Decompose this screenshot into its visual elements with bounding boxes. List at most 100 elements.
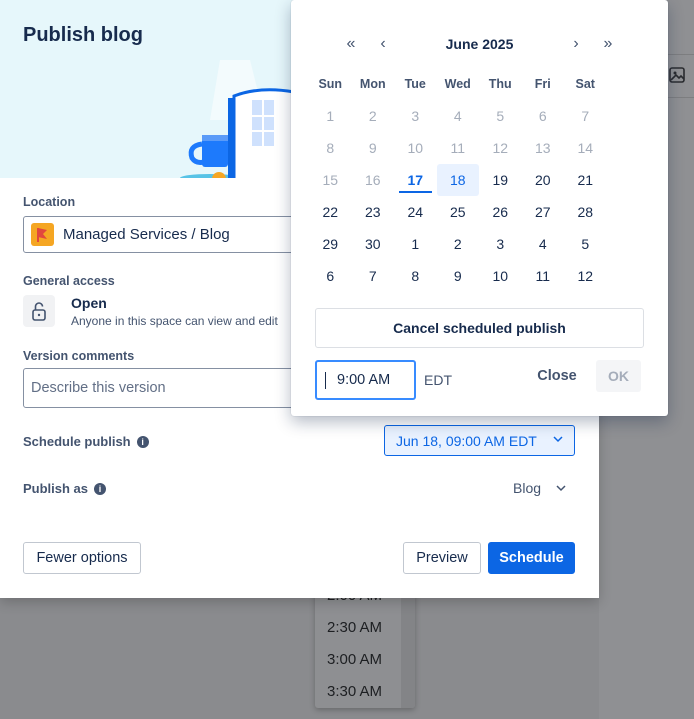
calendar-day: 13 [534, 140, 551, 156]
calendar-day: 11 [450, 140, 466, 156]
calendar-day[interactable]: 24 [394, 196, 437, 228]
schedule-publish-label-text: Schedule publish [23, 434, 131, 449]
time-value: 9:00 AM [337, 372, 391, 388]
access-description: Anyone in this space can view and edit [71, 314, 278, 328]
calendar-day[interactable]: 19 [479, 164, 522, 196]
calendar-day[interactable]: 21 [564, 164, 607, 196]
time-option[interactable]: 2:30 AM [315, 612, 415, 644]
chevron-down-icon[interactable] [555, 482, 567, 494]
publish-as-label: Publish as i [23, 481, 107, 496]
cancel-scheduled-publish-button[interactable]: Cancel scheduled publish [315, 308, 644, 348]
calendar-day[interactable]: 1 [394, 228, 437, 260]
calendar-day: 16 [364, 172, 381, 188]
calendar-grid: Sun Mon Tue Wed Thu Fri Sat 1 2 3 4 5 6 7 8 9 10 11 12 13 1… [309, 68, 649, 292]
version-comments-label: Version comments [23, 349, 135, 363]
calendar-day[interactable]: 4 [522, 228, 565, 260]
timezone-label: EDT [424, 372, 452, 388]
calendar-day: 3 [411, 108, 420, 124]
calendar-week-row: 15 16 17 18 19 20 21 [309, 164, 649, 196]
calendar-day: 9 [368, 140, 377, 156]
weekday-label: Fri [534, 77, 551, 91]
calendar-day-selected[interactable]: 18 [436, 164, 479, 196]
calendar-day-today[interactable]: 17 [394, 164, 437, 196]
calendar-day: 6 [538, 108, 547, 124]
weekday-label: Sun [318, 77, 343, 91]
calendar-day[interactable]: 12 [564, 260, 607, 292]
info-icon[interactable]: i [136, 436, 149, 448]
close-button[interactable]: Close [531, 360, 583, 392]
calendar-day: 10 [407, 140, 424, 156]
date-picker-popup: « ‹ June 2025 › » Sun Mon Tue Wed Thu Fri Sat … [291, 0, 668, 416]
weekday-header: Sun Mon Tue Wed Thu Fri Sat [309, 68, 649, 100]
calendar-day[interactable]: 11 [522, 260, 565, 292]
access-title: Open [71, 295, 107, 311]
calendar-day[interactable]: 30 [352, 228, 395, 260]
space-flag-icon [31, 223, 54, 246]
calendar-day[interactable]: 2 [437, 228, 480, 260]
calendar-day[interactable]: 7 [352, 260, 395, 292]
calendar-weeks: 1 2 3 4 5 6 7 8 9 10 11 12 13 14 15 16 17 18 19 20 21 22 23 24 2… [309, 100, 649, 292]
schedule-button[interactable]: Schedule [488, 542, 575, 574]
calendar-week-row: 22 23 24 25 26 27 28 [309, 196, 649, 228]
calendar-day: 2 [368, 108, 377, 124]
calendar-day: 1 [326, 108, 335, 124]
calendar-day: 7 [581, 108, 590, 124]
schedule-publish-label: Schedule publish i [23, 434, 149, 449]
calendar-day: 5 [496, 108, 505, 124]
next-year-icon[interactable]: » [596, 32, 620, 56]
calendar-day[interactable]: 27 [522, 196, 565, 228]
modal-title: Publish blog [23, 24, 143, 46]
weekday-label: Wed [444, 77, 471, 91]
calendar-week-row: 6 7 8 9 10 11 12 [309, 260, 649, 292]
calendar-day: 12 [492, 140, 509, 156]
calendar-week-row: 1 2 3 4 5 6 7 [309, 100, 649, 132]
time-list-scrollbar[interactable] [401, 580, 415, 708]
weekday-label: Sat [575, 77, 595, 91]
info-icon[interactable]: i [94, 483, 107, 495]
fewer-options-button[interactable]: Fewer options [23, 542, 141, 574]
calendar-day[interactable]: 6 [309, 260, 352, 292]
publish-as-label-text: Publish as [23, 481, 89, 496]
calendar-day[interactable]: 22 [309, 196, 352, 228]
weekday-label: Mon [359, 77, 386, 91]
schedule-publish-select[interactable]: Jun 18, 09:00 AM EDT [384, 425, 575, 456]
publish-illustration [180, 60, 296, 178]
preview-button[interactable]: Preview [403, 542, 481, 574]
calendar-day[interactable]: 10 [479, 260, 522, 292]
calendar-day[interactable]: 26 [479, 196, 522, 228]
time-options-list[interactable]: 2:00 AM 2:30 AM 3:00 AM 3:30 AM [315, 580, 415, 708]
calendar-day[interactable]: 23 [352, 196, 395, 228]
calendar-day: 15 [322, 172, 339, 188]
image-icon[interactable] [668, 66, 686, 84]
calendar-day[interactable]: 9 [437, 260, 480, 292]
location-select[interactable]: Managed Services / Blog [23, 216, 323, 253]
unlock-icon [23, 295, 55, 327]
location-label: Location [23, 195, 76, 209]
chevron-down-icon [553, 436, 563, 443]
weekday-label: Tue [404, 77, 426, 91]
calendar-day[interactable]: 29 [309, 228, 352, 260]
calendar-day: 14 [577, 140, 594, 156]
location-value: Managed Services / Blog [63, 226, 230, 243]
time-option[interactable]: 3:00 AM [315, 644, 415, 676]
calendar-day[interactable]: 28 [564, 196, 607, 228]
calendar-week-row: 29 30 1 2 3 4 5 [309, 228, 649, 260]
publish-as-select[interactable]: Blog [513, 480, 541, 496]
calendar-day: 4 [453, 108, 462, 124]
calendar-day[interactable]: 8 [394, 260, 437, 292]
calendar-day[interactable]: 20 [522, 164, 565, 196]
calendar-day[interactable]: 5 [564, 228, 607, 260]
calendar-week-row: 8 9 10 11 12 13 14 [309, 132, 649, 164]
calendar-day[interactable]: 25 [437, 196, 480, 228]
version-comments-input[interactable] [23, 368, 323, 408]
time-option[interactable]: 3:30 AM [315, 676, 415, 708]
general-access-label: General access [23, 274, 115, 288]
calendar-day: 8 [326, 140, 335, 156]
time-input[interactable]: 9:00 AM [315, 360, 416, 400]
next-month-icon[interactable]: › [564, 32, 588, 56]
weekday-label: Thu [488, 77, 512, 91]
ok-button[interactable]: OK [596, 360, 641, 392]
schedule-publish-value: Jun 18, 09:00 AM EDT [396, 433, 537, 449]
text-caret [325, 372, 326, 389]
calendar-day[interactable]: 3 [479, 228, 522, 260]
